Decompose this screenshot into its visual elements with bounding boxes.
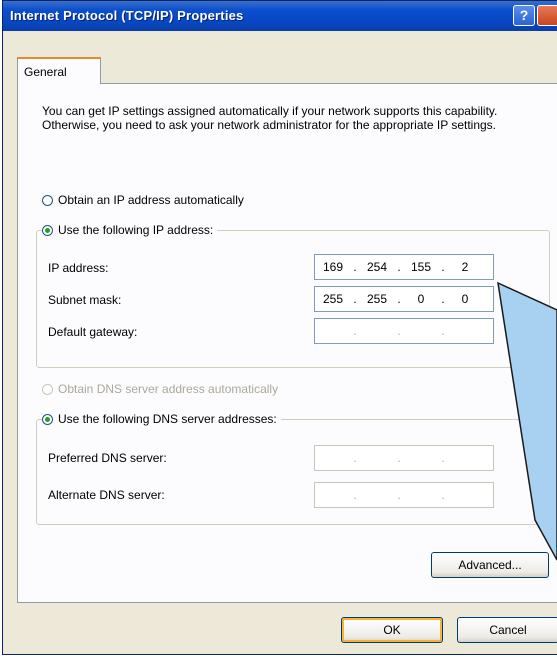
intro-text: You can get IP settings assigned automat… bbox=[42, 104, 498, 132]
ip-address-input[interactable]: 169. 254. 155. 2 bbox=[314, 254, 494, 280]
dot: . bbox=[353, 451, 357, 465]
question-icon: ? bbox=[519, 7, 529, 23]
dot: . bbox=[441, 488, 445, 502]
dot: . bbox=[353, 324, 357, 338]
radio-checked-icon bbox=[42, 224, 53, 236]
cancel-button[interactable]: Cancel bbox=[457, 617, 557, 643]
use-following-ip-radio[interactable]: Use the following IP address: bbox=[42, 223, 218, 237]
subnet-mask-input[interactable]: 255. 255. 0. 0 bbox=[314, 286, 494, 312]
ip-address-label: IP address: bbox=[48, 261, 109, 275]
dot: . bbox=[353, 292, 357, 306]
radio-disabled-icon bbox=[42, 383, 53, 395]
dot: . bbox=[353, 488, 357, 502]
dot: . bbox=[353, 260, 357, 274]
dialog-window: Internet Protocol (TCP/IP) Properties ? … bbox=[2, 0, 557, 655]
tab-general[interactable]: General bbox=[17, 57, 101, 84]
tab-general-label: General bbox=[24, 65, 67, 79]
default-gateway-input[interactable]: . . . bbox=[314, 318, 494, 344]
obtain-ip-auto-label: Obtain an IP address automatically bbox=[58, 193, 244, 207]
title-bar[interactable]: Internet Protocol (TCP/IP) Properties ? bbox=[3, 1, 557, 31]
alternate-dns-input[interactable]: . . . bbox=[314, 482, 494, 508]
octet: 0 bbox=[417, 292, 425, 306]
use-following-ip-label: Use the following IP address: bbox=[58, 223, 214, 237]
preferred-dns-label: Preferred DNS server: bbox=[48, 451, 167, 465]
window-title: Internet Protocol (TCP/IP) Properties bbox=[10, 8, 244, 23]
dot: . bbox=[397, 260, 401, 274]
octet: 2 bbox=[461, 260, 469, 274]
advanced-button[interactable]: Advanced... bbox=[431, 552, 549, 578]
octet: 254 bbox=[366, 260, 388, 274]
dot: . bbox=[397, 488, 401, 502]
subnet-mask-label: Subnet mask: bbox=[48, 293, 122, 307]
radio-checked-icon bbox=[42, 413, 53, 425]
obtain-dns-auto-radio: Obtain DNS server address automatically bbox=[42, 382, 283, 396]
close-button[interactable] bbox=[537, 5, 557, 26]
default-gateway-label: Default gateway: bbox=[48, 325, 138, 339]
dot: . bbox=[397, 451, 401, 465]
octet: 0 bbox=[461, 292, 469, 306]
dot: . bbox=[441, 451, 445, 465]
dns-server-group bbox=[36, 419, 550, 525]
dot: . bbox=[441, 292, 445, 306]
octet: 169 bbox=[322, 260, 344, 274]
dot: . bbox=[441, 324, 445, 338]
radio-icon bbox=[42, 194, 53, 206]
use-following-dns-label: Use the following DNS server addresses: bbox=[58, 412, 277, 426]
obtain-dns-auto-label: Obtain DNS server address automatically bbox=[58, 382, 279, 396]
obtain-ip-auto-radio[interactable]: Obtain an IP address automatically bbox=[42, 193, 248, 207]
help-button[interactable]: ? bbox=[513, 5, 535, 26]
use-following-dns-radio[interactable]: Use the following DNS server addresses: bbox=[42, 412, 281, 426]
alternate-dns-label: Alternate DNS server: bbox=[48, 488, 165, 502]
preferred-dns-input[interactable]: . . . bbox=[314, 445, 494, 471]
octet: 255 bbox=[322, 292, 344, 306]
dot: . bbox=[397, 324, 401, 338]
octet: 155 bbox=[410, 260, 432, 274]
general-panel: You can get IP settings assigned automat… bbox=[17, 83, 557, 603]
octet: 255 bbox=[366, 292, 388, 306]
ok-button[interactable]: OK bbox=[341, 617, 443, 643]
dot: . bbox=[441, 260, 445, 274]
dot: . bbox=[397, 292, 401, 306]
